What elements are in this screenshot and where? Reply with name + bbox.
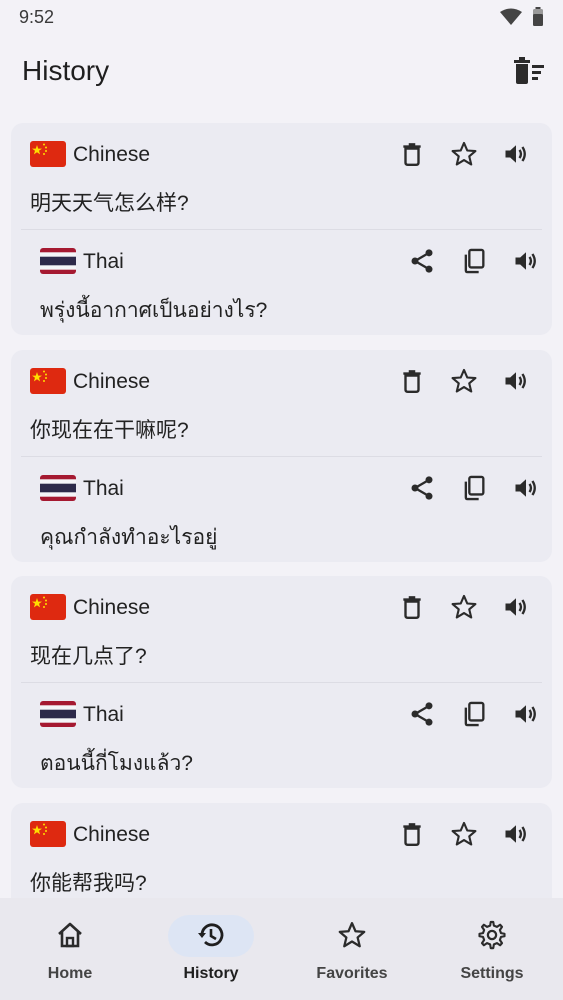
share-button[interactable]	[407, 473, 437, 503]
delete-button[interactable]	[397, 592, 427, 622]
china-flag-icon	[30, 141, 66, 167]
copy-button[interactable]	[459, 699, 489, 729]
nav-history-label: History	[183, 965, 239, 982]
copy-button[interactable]	[459, 246, 489, 276]
thailand-flag-icon	[40, 475, 76, 501]
wifi-icon	[500, 8, 522, 31]
language-label: Thai	[83, 703, 124, 726]
nav-settings-label: Settings	[460, 965, 524, 982]
favorite-button[interactable]	[449, 139, 479, 169]
share-icon	[408, 700, 436, 728]
history-card[interactable]: Chinese 你现在在干嘛呢? Thai คุณกำลังทำอะไรอยู่	[11, 350, 552, 562]
star-icon	[337, 920, 367, 950]
battery-icon	[532, 7, 544, 32]
language-label: Chinese	[73, 370, 151, 393]
share-button[interactable]	[407, 699, 437, 729]
delete-button[interactable]	[397, 366, 427, 396]
copy-button[interactable]	[459, 473, 489, 503]
speak-button[interactable]	[501, 592, 531, 622]
delete-icon	[399, 141, 425, 167]
delete-button[interactable]	[397, 139, 427, 169]
status-bar: 9:52	[0, 0, 563, 34]
source-row: Chinese 你能帮我吗?	[11, 803, 552, 898]
bottom-navigation: Home History Favorites Settings	[0, 898, 563, 1000]
translation-row: Thai คุณกำลังทำอะไรอยู่	[21, 456, 542, 563]
speak-button[interactable]	[501, 819, 531, 849]
source-text: 明天天气怎么样?	[30, 192, 189, 215]
speaker-icon	[502, 140, 530, 168]
home-icon	[55, 920, 85, 950]
china-flag-icon	[30, 368, 66, 394]
favorite-button[interactable]	[449, 592, 479, 622]
speak-button[interactable]	[501, 139, 531, 169]
translation-row: Thai พรุ่งนี้อากาศเป็นอย่างไร?	[21, 229, 542, 336]
language-label: Chinese	[73, 143, 151, 166]
speaker-icon	[512, 474, 540, 502]
china-flag-icon	[30, 821, 66, 847]
speaker-icon	[502, 593, 530, 621]
history-icon	[196, 920, 226, 950]
language-label: Thai	[83, 250, 124, 273]
nav-favorites[interactable]: Favorites	[282, 898, 422, 1000]
page-title: History	[22, 55, 110, 86]
source-text: 你现在在干嘛呢?	[30, 419, 189, 442]
source-row: Chinese 现在几点了?	[11, 576, 552, 682]
language-label: Chinese	[73, 596, 151, 619]
china-flag-icon	[30, 594, 66, 620]
nav-history[interactable]: History	[141, 898, 281, 1000]
speak-button[interactable]	[511, 699, 541, 729]
speak-button[interactable]	[511, 473, 541, 503]
delete-icon	[399, 594, 425, 620]
speak-button[interactable]	[511, 246, 541, 276]
nav-favorites-label: Favorites	[316, 965, 388, 982]
nav-home[interactable]: Home	[0, 898, 140, 1000]
speaker-icon	[502, 820, 530, 848]
nav-settings[interactable]: Settings	[422, 898, 562, 1000]
share-icon	[408, 474, 436, 502]
translated-text: พรุ่งนี้อากาศเป็นอย่างไร?	[40, 299, 268, 322]
app-bar: History	[0, 34, 563, 110]
source-row: Chinese 你现在在干嘛呢?	[11, 350, 552, 456]
speak-button[interactable]	[501, 366, 531, 396]
history-card[interactable]: Chinese你能帮我吗?Thai	[11, 803, 552, 898]
delete-button[interactable]	[397, 819, 427, 849]
language-label: Chinese	[73, 823, 151, 846]
favorite-button[interactable]	[449, 819, 479, 849]
star-icon	[450, 140, 478, 168]
history-card[interactable]: Chinese 明天天气怎么样? Thai พรุ่งนี้อากาศเป็นอย่า…	[11, 123, 552, 335]
copy-icon	[460, 474, 488, 502]
delete-icon	[399, 368, 425, 394]
share-button[interactable]	[407, 246, 437, 276]
translation-row: Thai ตอนนี้กี่โมงแล้ว?	[21, 682, 542, 789]
delete-icon	[399, 821, 425, 847]
speaker-icon	[502, 367, 530, 395]
translated-text: ตอนนี้กี่โมงแล้ว?	[40, 752, 193, 775]
speaker-icon	[512, 700, 540, 728]
star-icon	[450, 367, 478, 395]
clear-history-button[interactable]	[510, 56, 548, 90]
language-label: Thai	[83, 477, 124, 500]
history-list[interactable]: Chinese 明天天气怎么样? Thai พรุ่งนี้อากาศเป็นอย่า…	[0, 110, 563, 898]
favorite-button[interactable]	[449, 366, 479, 396]
nav-home-label: Home	[47, 965, 93, 982]
gear-icon	[477, 920, 507, 950]
speaker-icon	[512, 247, 540, 275]
thailand-flag-icon	[40, 701, 76, 727]
source-row: Chinese 明天天气怎么样?	[11, 123, 552, 229]
star-icon	[450, 593, 478, 621]
delete-sweep-icon	[510, 57, 548, 94]
status-time: 9:52	[19, 7, 55, 27]
source-text: 现在几点了?	[30, 645, 147, 668]
translated-text: คุณกำลังทำอะไรอยู่	[40, 526, 218, 549]
share-icon	[408, 247, 436, 275]
thailand-flag-icon	[40, 248, 76, 274]
source-text: 你能帮我吗?	[30, 872, 147, 895]
copy-icon	[460, 247, 488, 275]
history-card[interactable]: Chinese 现在几点了? Thai ตอนนี้กี่โมงแล้ว?	[11, 576, 552, 788]
star-icon	[450, 820, 478, 848]
copy-icon	[460, 700, 488, 728]
